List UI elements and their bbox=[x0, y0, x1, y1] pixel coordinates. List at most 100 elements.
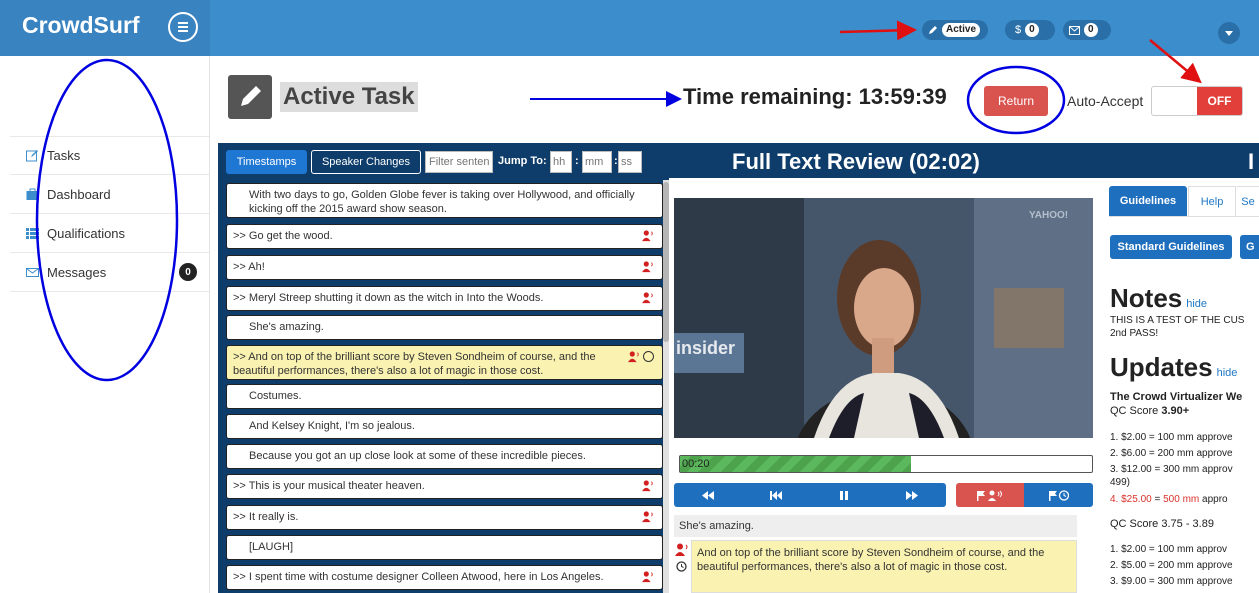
tab-settings[interactable]: Se bbox=[1237, 186, 1259, 216]
tab-speaker-changes[interactable]: Speaker Changes bbox=[311, 150, 421, 174]
tab-help[interactable]: Help bbox=[1188, 186, 1236, 216]
transcript-segment[interactable]: >> Go get the wood. bbox=[226, 224, 663, 249]
sidebar-item-label: Tasks bbox=[47, 148, 81, 163]
segment-text: >> Ah! bbox=[233, 261, 265, 273]
segment-text: >> I spent time with costume designer Co… bbox=[233, 571, 604, 583]
transcript-segment[interactable]: >> I spent time with costume designer Co… bbox=[226, 565, 663, 590]
speaker-change-icon[interactable] bbox=[642, 571, 654, 583]
transcript-segment[interactable]: With two days to go, Golden Globe fever … bbox=[226, 183, 663, 218]
notes-text-1: THIS IS A TEST OF THE CUS bbox=[1110, 315, 1245, 326]
transcript-segment[interactable]: >> Meryl Streep shutting it down as the … bbox=[226, 286, 663, 311]
speaker-change-icon[interactable] bbox=[642, 230, 654, 242]
sidebar-item-tasks[interactable]: Tasks bbox=[10, 136, 209, 175]
transcript-segment[interactable]: And Kelsey Knight, I'm so jealous. bbox=[226, 414, 663, 439]
notes-heading: Notes hide bbox=[1110, 283, 1207, 314]
hide-notes-link[interactable]: hide bbox=[1186, 298, 1207, 310]
menu-toggle-button[interactable] bbox=[168, 12, 198, 42]
list1-item-1: 1. $2.00 = 100 mm approve bbox=[1110, 432, 1233, 443]
sidebar-item-messages[interactable]: Messages 0 bbox=[10, 253, 209, 292]
menu-icon-line bbox=[178, 26, 188, 28]
pause-button[interactable] bbox=[810, 483, 878, 507]
pause-icon bbox=[840, 490, 848, 500]
list1-item-3: 3. $12.00 = 300 mm approv bbox=[1110, 464, 1233, 475]
tab-guidelines[interactable]: Guidelines bbox=[1109, 186, 1187, 216]
envelope-icon bbox=[26, 267, 39, 277]
video-overlay-text: insider bbox=[676, 338, 736, 358]
filter-sentences-input[interactable] bbox=[425, 151, 493, 173]
current-time: 00:20 bbox=[682, 458, 710, 470]
rewind-button[interactable] bbox=[674, 483, 742, 507]
user-dropdown-button[interactable] bbox=[1218, 22, 1240, 44]
previous-button[interactable] bbox=[742, 483, 810, 507]
transcript-segment[interactable]: [LAUGH] bbox=[226, 535, 663, 560]
transcript-segment[interactable]: Because you got an up close look at some… bbox=[226, 444, 663, 469]
transcript-segment[interactable]: >> And on top of the brilliant score by … bbox=[226, 345, 663, 380]
qc-score-label: QC Score bbox=[1110, 405, 1162, 417]
dollar-icon: $ bbox=[1015, 24, 1022, 36]
qc-score-2: QC Score 3.75 - 3.89 bbox=[1110, 518, 1214, 530]
transcript-segment[interactable]: >> It really is. bbox=[226, 505, 663, 530]
segment-text: And Kelsey Knight, I'm so jealous. bbox=[249, 420, 415, 432]
segment-text: >> And on top of the brilliant score by … bbox=[233, 351, 596, 377]
jump-minutes-input[interactable] bbox=[582, 151, 612, 173]
guidelines-secondary-button[interactable]: G bbox=[1240, 235, 1259, 259]
tab-timestamps[interactable]: Timestamps bbox=[226, 150, 307, 174]
qc-score-value: 3.90+ bbox=[1161, 405, 1190, 417]
speaker-change-icon[interactable] bbox=[642, 261, 654, 273]
segment-edit-textarea[interactable]: And on top of the brilliant score by Ste… bbox=[691, 540, 1077, 593]
flag-clock-icon bbox=[1048, 489, 1069, 501]
list1-item-2: 2. $6.00 = 200 mm approve bbox=[1110, 448, 1233, 459]
tab-divider bbox=[1109, 216, 1259, 217]
status-pill[interactable]: Active bbox=[922, 20, 988, 40]
jump-hours-input[interactable] bbox=[550, 151, 572, 173]
playback-progress-bar[interactable] bbox=[679, 455, 1093, 473]
current-segment-text: She's amazing. bbox=[674, 515, 1077, 537]
clock-icon[interactable] bbox=[643, 351, 654, 362]
sidebar-item-label: Messages bbox=[47, 264, 107, 280]
forward-icon bbox=[906, 490, 918, 500]
transcript-segment[interactable]: >> Ah! bbox=[226, 255, 663, 280]
speaker-change-icon[interactable] bbox=[642, 292, 654, 304]
auto-accept-toggle[interactable]: OFF bbox=[1151, 86, 1243, 116]
pencil-icon bbox=[241, 86, 261, 106]
pencil-icon bbox=[929, 26, 937, 34]
edit-icon bbox=[26, 150, 38, 162]
envelope-icon bbox=[1069, 25, 1080, 35]
video-frame bbox=[674, 198, 1093, 438]
list-number: 4. bbox=[1110, 494, 1122, 505]
briefcase-icon bbox=[26, 188, 39, 200]
transcript-segment[interactable]: She's amazing. bbox=[226, 315, 663, 340]
return-button[interactable]: Return bbox=[984, 86, 1048, 116]
flag-timestamp-button[interactable] bbox=[1024, 483, 1093, 507]
review-title: Full Text Review (02:02) bbox=[732, 149, 980, 174]
fast-forward-button[interactable] bbox=[878, 483, 946, 507]
qc-score-1: QC Score 3.90+ bbox=[1110, 405, 1189, 418]
sidebar-item-label: Dashboard bbox=[47, 186, 111, 202]
sidebar-item-qualifications[interactable]: Qualifications bbox=[10, 214, 209, 253]
earnings-pill[interactable]: $ 0 bbox=[1005, 20, 1055, 40]
sidebar-item-label: Qualifications bbox=[47, 225, 126, 241]
earnings-count: 0 bbox=[1025, 23, 1039, 37]
speaker-change-icon[interactable] bbox=[642, 511, 654, 523]
segment-text: Because you got an up close look at some… bbox=[249, 450, 586, 462]
mail-pill[interactable]: 0 bbox=[1063, 20, 1111, 40]
list2-item-2: 2. $5.00 = 200 mm approve bbox=[1110, 560, 1233, 571]
page-title: Active Task bbox=[280, 82, 418, 112]
task-pencil-icon bbox=[228, 75, 272, 119]
sidebar-item-dashboard[interactable]: Dashboard bbox=[10, 175, 209, 214]
speaker-change-icon[interactable] bbox=[642, 480, 654, 492]
transcript-segment[interactable]: Costumes. bbox=[226, 384, 663, 409]
transcript-segment[interactable]: >> This is your musical theater heaven. bbox=[226, 474, 663, 499]
brand-logo[interactable]: CrowdSurf bbox=[22, 12, 140, 39]
updates-subheading: The Crowd Virtualizer We bbox=[1110, 391, 1243, 403]
flag-speaker-button[interactable] bbox=[956, 483, 1024, 507]
clock-icon[interactable] bbox=[676, 561, 687, 572]
updates-title: Updates bbox=[1110, 352, 1213, 382]
jump-seconds-input[interactable] bbox=[618, 151, 642, 173]
hide-updates-link[interactable]: hide bbox=[1217, 367, 1238, 379]
time-remaining: Time remaining: 13:59:39 bbox=[683, 84, 947, 109]
speaker-change-icon[interactable] bbox=[675, 543, 689, 557]
video-player[interactable]: YAHOO! insider bbox=[674, 198, 1093, 438]
speaker-change-icon[interactable] bbox=[628, 351, 640, 363]
standard-guidelines-button[interactable]: Standard Guidelines bbox=[1110, 235, 1232, 259]
